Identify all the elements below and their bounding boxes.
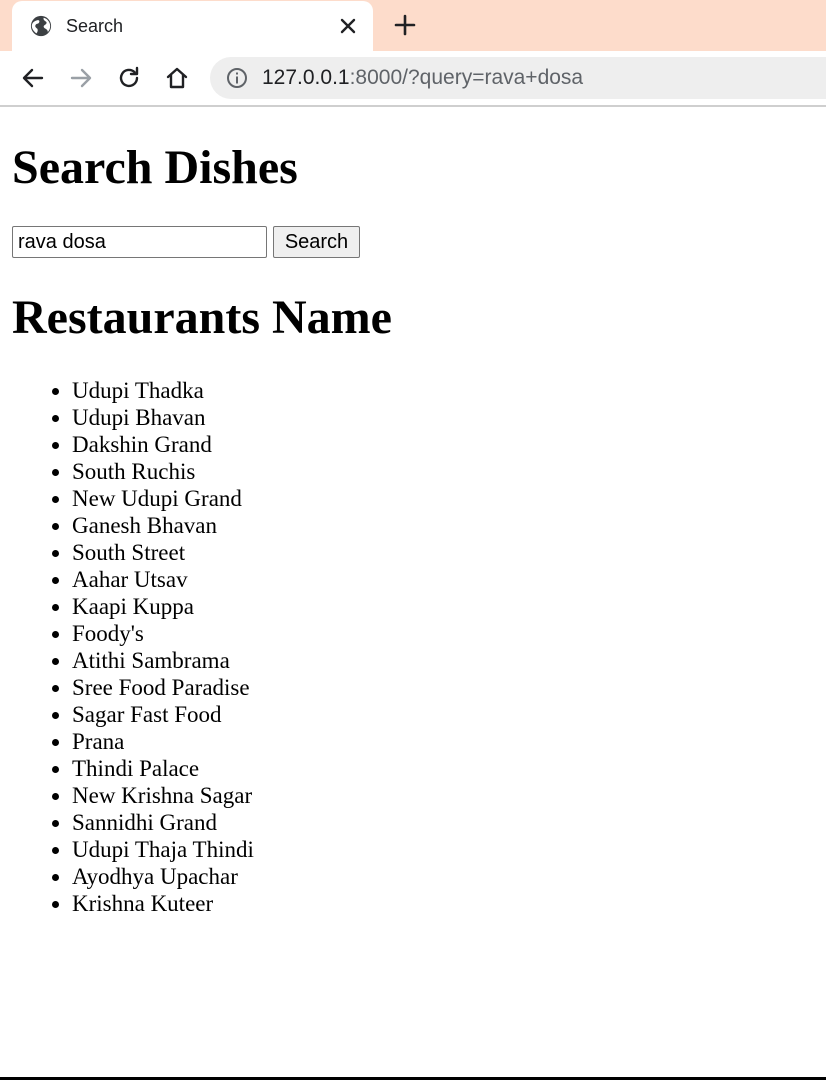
url-path: :8000/?query=rava+dosa (349, 66, 584, 89)
tab-strip: Search (0, 0, 826, 51)
results-heading: Restaurants Name (12, 291, 392, 344)
list-item: Thindi Palace (72, 755, 254, 782)
close-icon[interactable] (338, 16, 358, 36)
new-tab-plus-icon[interactable] (393, 13, 417, 37)
list-item: Prana (72, 728, 254, 755)
url-host: 127.0.0.1 (262, 66, 350, 89)
reload-icon[interactable] (116, 65, 142, 91)
list-item: Foody's (72, 620, 254, 647)
list-item: South Ruchis (72, 458, 254, 485)
list-item: New Udupi Grand (72, 485, 254, 512)
info-icon[interactable] (226, 67, 248, 89)
list-item: Ayodhya Upachar (72, 863, 254, 890)
restaurant-list: Udupi Thadka Udupi Bhavan Dakshin Grand … (0, 377, 254, 917)
address-bar[interactable]: 127.0.0.1:8000/?query=rava+dosa (210, 57, 826, 99)
arrow-left-icon[interactable] (20, 65, 46, 91)
search-button[interactable]: Search (273, 226, 360, 258)
list-item: Sannidhi Grand (72, 809, 254, 836)
list-item: Kaapi Kuppa (72, 593, 254, 620)
list-item: Atithi Sambrama (72, 647, 254, 674)
list-item: New Krishna Sagar (72, 782, 254, 809)
globe-icon (30, 15, 52, 37)
arrow-right-icon[interactable] (68, 65, 94, 91)
address-url[interactable]: 127.0.0.1:8000/?query=rava+dosa (262, 66, 583, 90)
browser-toolbar: 127.0.0.1:8000/?query=rava+dosa (0, 51, 826, 107)
home-icon[interactable] (164, 65, 190, 91)
list-item: Ganesh Bhavan (72, 512, 254, 539)
list-item: Udupi Thadka (72, 377, 254, 404)
tab-title: Search (66, 16, 124, 36)
list-item: Udupi Bhavan (72, 404, 254, 431)
search-input[interactable] (12, 226, 267, 258)
list-item: Udupi Thaja Thindi (72, 836, 254, 863)
list-item: Krishna Kuteer (72, 890, 254, 917)
list-item: South Street (72, 539, 254, 566)
list-item: Dakshin Grand (72, 431, 254, 458)
list-item: Sagar Fast Food (72, 701, 254, 728)
browser-tab[interactable]: Search (12, 1, 373, 51)
list-item: Aahar Utsav (72, 566, 254, 593)
page-title: Search Dishes (12, 141, 298, 194)
list-item: Sree Food Paradise (72, 674, 254, 701)
